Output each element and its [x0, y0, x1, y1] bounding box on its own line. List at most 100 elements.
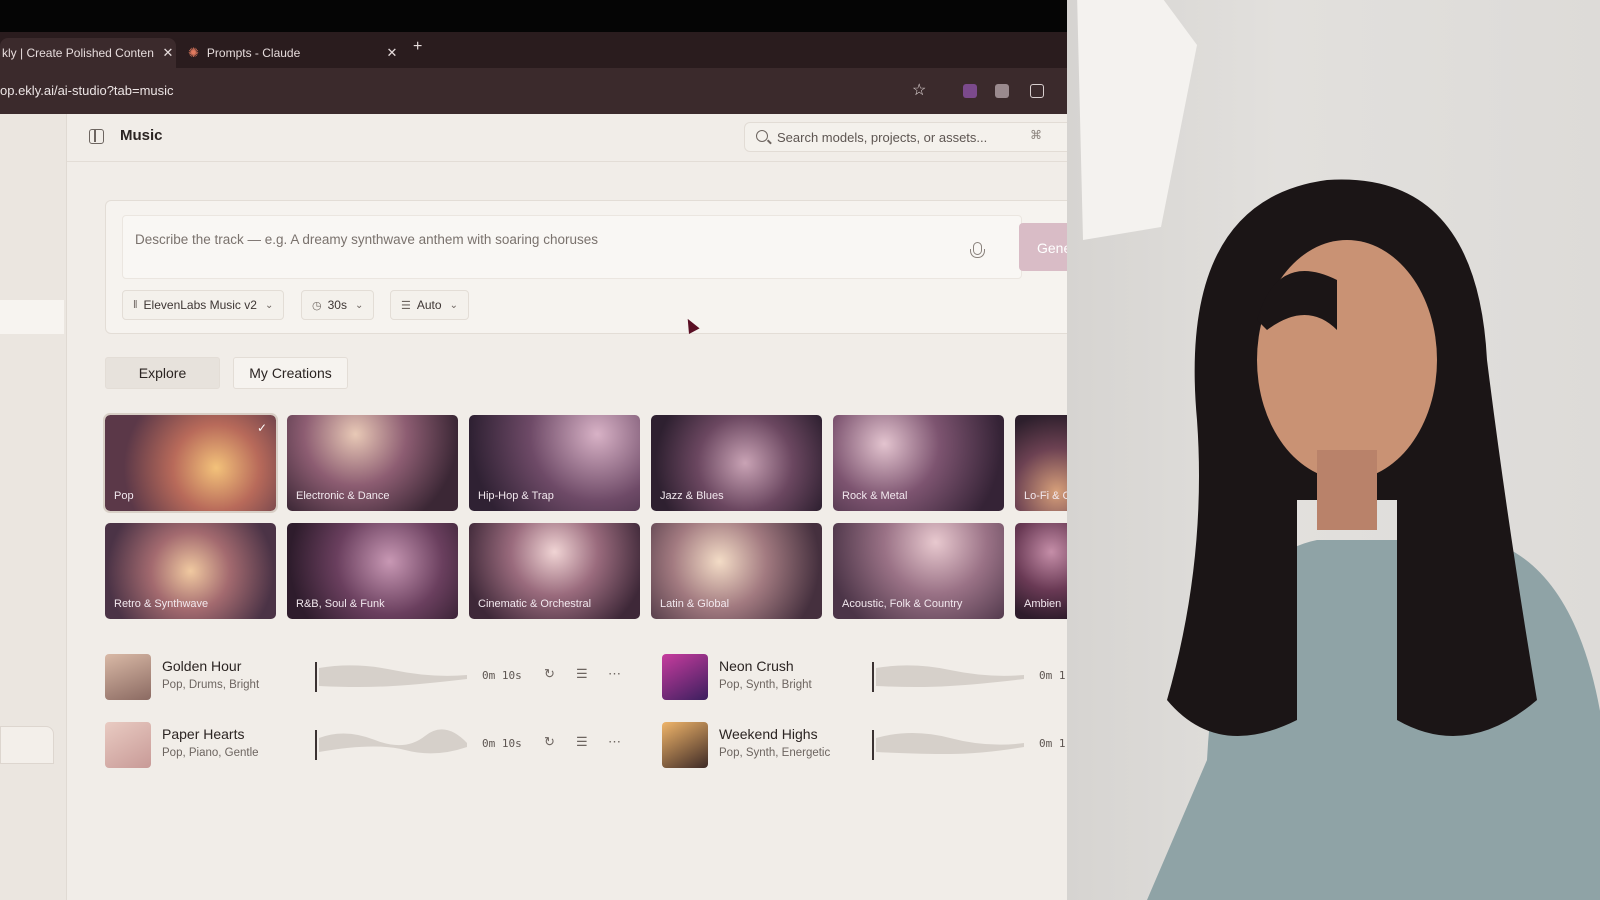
claude-logo-icon: ✺ — [188, 45, 199, 60]
sidebar-bottom-card[interactable] — [0, 726, 54, 764]
search-icon — [756, 130, 768, 142]
track-tags: Pop, Synth, Bright — [719, 679, 812, 691]
refresh-icon[interactable]: ↻ — [544, 734, 555, 750]
prompt-input[interactable]: Describe the track — e.g. A dreamy synth… — [122, 215, 1022, 279]
chevron-down-icon: ⌄ — [354, 299, 364, 311]
top-bar — [0, 0, 1067, 32]
prompt-placeholder: Describe the track — e.g. A dreamy synth… — [135, 232, 598, 247]
duration-select[interactable]: ◷ 30s ⌄ — [301, 290, 375, 320]
extension-icon[interactable] — [995, 84, 1009, 98]
genre-label: Pop — [114, 490, 134, 502]
check-icon: ✓ — [256, 421, 267, 435]
sliders-icon: ☰ — [401, 299, 411, 312]
chevron-down-icon: ⌄ — [449, 299, 458, 311]
tab-bar: kly | Create Polished Conten ✕ ✺ Prompts… — [0, 32, 1067, 68]
genre-card-pop[interactable]: ✓ Pop — [103, 413, 278, 513]
genre-label: Lo-Fi & C — [1024, 490, 1067, 502]
genre-card-jazz[interactable]: Jazz & Blues — [651, 415, 822, 511]
track-duration: 0m 10s — [482, 737, 522, 750]
tab-ekly[interactable]: kly | Create Polished Conten ✕ — [0, 38, 176, 68]
duration-value: 30s — [327, 298, 347, 312]
genre-card-lofi[interactable]: Lo-Fi & C — [1015, 415, 1067, 511]
track-duration: 0m 1 — [1039, 737, 1066, 750]
app-area: Music Search models, projects, or assets… — [0, 114, 1067, 900]
microphone-icon[interactable] — [970, 242, 985, 258]
genre-label: Jazz & Blues — [660, 490, 724, 502]
track-title: Weekend Highs — [719, 726, 818, 742]
model-value: ElevenLabs Music v2 — [143, 298, 257, 312]
bars-icon: ‖ — [133, 299, 138, 311]
mode-value: Auto — [416, 298, 442, 312]
star-icon[interactable]: ☆ — [912, 80, 926, 100]
genre-card-hiphop[interactable]: Hip-Hop & Trap — [469, 415, 640, 511]
search-input[interactable]: Search models, projects, or assets... — [777, 130, 987, 145]
genre-label: Retro & Synthwave — [114, 598, 209, 610]
genre-label: Ambien — [1024, 598, 1062, 610]
search-box[interactable]: Search models, projects, or assets... — [744, 122, 1067, 152]
tab-claude[interactable]: ✺ Prompts - Claude ✕ — [188, 38, 400, 68]
browser-window: kly | Create Polished Conten ✕ ✺ Prompts… — [0, 0, 1067, 900]
waveform[interactable] — [872, 728, 1028, 762]
tab-explore[interactable]: Explore — [105, 357, 220, 389]
search-shortcut: ⌘ — [1030, 128, 1042, 142]
sliders-icon[interactable]: ☰ — [576, 666, 588, 682]
clock-icon: ◷ — [312, 299, 322, 312]
address-bar[interactable]: op.ekly.ai/ai-studio?tab=music ☆ — [0, 68, 1067, 114]
sidebar-toggle-icon[interactable] — [89, 129, 104, 144]
track-row[interactable]: Paper Hearts Pop, Piano, Gentle 0m 10s ↻… — [105, 720, 645, 768]
webcam-overlay — [1067, 0, 1600, 900]
genre-card-latin[interactable]: Latin & Global — [651, 523, 822, 619]
track-tags: Pop, Synth, Energetic — [719, 747, 831, 759]
genre-card-ambient[interactable]: Ambien — [1015, 523, 1067, 619]
close-icon[interactable]: ✕ — [384, 45, 400, 61]
generate-button[interactable]: Gene — [1019, 223, 1067, 271]
genre-label: Hip-Hop & Trap — [478, 490, 554, 502]
left-sidebar — [0, 114, 67, 900]
sliders-icon[interactable]: ☰ — [576, 734, 588, 750]
tab-title: Prompts - Claude — [206, 46, 301, 60]
prompt-composer: Describe the track — e.g. A dreamy synth… — [105, 200, 1067, 334]
track-tags: Pop, Drums, Bright — [162, 679, 260, 691]
url-text[interactable]: op.ekly.ai/ai-studio?tab=music — [0, 83, 174, 98]
track-cover — [105, 722, 151, 768]
track-cover — [662, 722, 708, 768]
track-duration: 0m 10s — [482, 669, 522, 682]
mode-select[interactable]: ☰ Auto ⌄ — [390, 290, 469, 320]
puzzle-icon[interactable] — [1030, 84, 1044, 98]
waveform[interactable] — [315, 660, 471, 694]
genre-card-electronic[interactable]: Electronic & Dance — [287, 415, 458, 511]
chevron-down-icon: ⌄ — [264, 299, 274, 311]
screen: kly | Create Polished Conten ✕ ✺ Prompts… — [0, 0, 1600, 900]
page-title: Music — [120, 127, 163, 144]
track-row[interactable]: Weekend Highs Pop, Synth, Energetic 0m 1 — [662, 720, 1067, 768]
track-row[interactable]: Golden Hour Pop, Drums, Bright 0m 10s ↻ … — [105, 652, 645, 700]
genre-label: Rock & Metal — [842, 490, 908, 502]
track-duration: 0m 1 — [1039, 669, 1066, 682]
extension-icon[interactable] — [963, 84, 977, 98]
genre-card-retro[interactable]: Retro & Synthwave — [105, 523, 276, 619]
genre-card-acoustic[interactable]: Acoustic, Folk & Country — [833, 523, 1004, 619]
track-title: Neon Crush — [719, 658, 794, 674]
genre-card-rnb[interactable]: R&B, Soul & Funk — [287, 523, 458, 619]
genre-label: Latin & Global — [660, 598, 730, 610]
track-cover — [662, 654, 708, 700]
track-cover — [105, 654, 151, 700]
waveform[interactable] — [315, 728, 471, 762]
more-icon[interactable]: ⋯ — [608, 734, 621, 750]
close-icon[interactable]: ✕ — [160, 45, 176, 61]
genre-label: Cinematic & Orchestral — [478, 598, 592, 610]
model-select[interactable]: ‖ ElevenLabs Music v2 ⌄ — [122, 290, 285, 320]
sidebar-item[interactable] — [0, 300, 64, 334]
genre-label: Electronic & Dance — [296, 490, 390, 502]
genre-label: Acoustic, Folk & Country — [842, 598, 963, 610]
genre-card-cinematic[interactable]: Cinematic & Orchestral — [469, 523, 640, 619]
new-tab-icon[interactable]: + — [413, 38, 422, 56]
track-row[interactable]: Neon Crush Pop, Synth, Bright 0m 1 — [662, 652, 1067, 700]
genre-label: R&B, Soul & Funk — [296, 598, 385, 610]
tab-my-creations[interactable]: My Creations — [233, 357, 348, 389]
refresh-icon[interactable]: ↻ — [544, 666, 555, 682]
genre-card-rock[interactable]: Rock & Metal — [833, 415, 1004, 511]
more-icon[interactable]: ⋯ — [608, 666, 621, 682]
page-header: Music Search models, projects, or assets… — [67, 114, 1067, 162]
waveform[interactable] — [872, 660, 1028, 694]
